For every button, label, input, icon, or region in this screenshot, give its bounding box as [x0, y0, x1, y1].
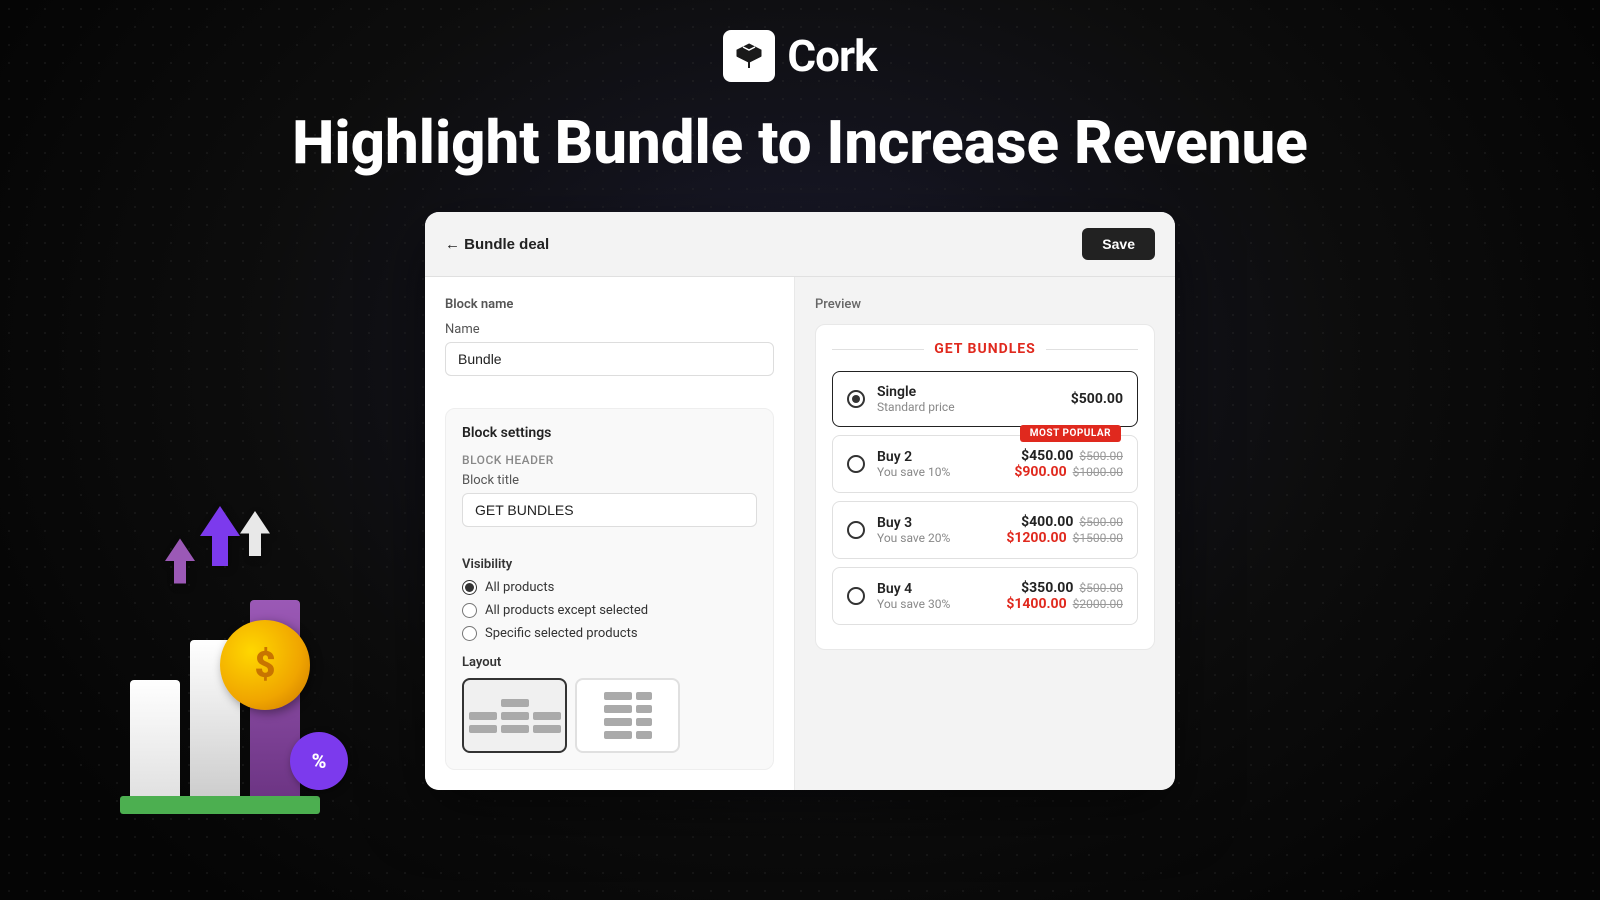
radio-buy3: [847, 521, 865, 539]
bundle-info-buy2: Buy 2 You save 10%: [877, 449, 1002, 479]
radio-specific-label: Specific selected products: [485, 626, 638, 641]
bundle-prices-buy4: $350.00 $500.00 $1400.00 $2000.00: [1006, 580, 1123, 612]
bundles-title: GET BUNDLES: [934, 341, 1036, 357]
card-body: Block name Name Block settings Block hea…: [425, 277, 1175, 790]
price-buy2-total: $900.00: [1014, 464, 1066, 480]
header-line-left: [832, 349, 924, 350]
block-settings-label: Block settings: [462, 425, 757, 441]
price-buy3-new: $400.00: [1021, 514, 1073, 530]
bundle-sub-single: Standard price: [877, 400, 1059, 414]
visibility-label: Visibility: [462, 557, 757, 572]
save-button[interactable]: Save: [1082, 228, 1155, 260]
visibility-radio-group: All products All products except selecte…: [462, 580, 757, 641]
header-line-right: [1046, 349, 1138, 350]
block-settings: Block settings Block header Block title …: [445, 408, 774, 770]
bundle-item-buy4[interactable]: Buy 4 You save 30% $350.00 $500.00 $1400…: [832, 567, 1138, 625]
bundle-sub-buy3: You save 20%: [877, 531, 994, 545]
radio-except-input[interactable]: [462, 603, 477, 618]
logo-text: Cork: [787, 30, 876, 82]
radio-except-label: All products except selected: [485, 603, 648, 618]
name-input[interactable]: [445, 342, 774, 376]
block-header-label: Block header: [462, 453, 757, 467]
bundle-name-buy3: Buy 3: [877, 515, 994, 531]
price-buy4-new: $350.00: [1021, 580, 1073, 596]
bundle-prices-buy2: $450.00 $500.00 $900.00 $1000.00: [1014, 448, 1123, 480]
price-row-buy3-1: $400.00 $500.00: [1006, 514, 1123, 530]
bundle-item-single[interactable]: Single Standard price $500.00: [832, 371, 1138, 427]
preview-label: Preview: [815, 297, 1155, 312]
price-single: $500.00: [1071, 391, 1123, 407]
radio-buy2: [847, 455, 865, 473]
main-card: ← Bundle deal Save Block name Name Block…: [425, 212, 1175, 790]
price-buy2-total-old: $1000.00: [1073, 465, 1123, 479]
radio-all-input[interactable]: [462, 580, 477, 595]
page-content: Cork Highlight Bundle to Increase Revenu…: [0, 0, 1600, 790]
bundle-prices-single: $500.00: [1071, 391, 1123, 407]
radio-single: [847, 390, 865, 408]
block-title-input[interactable]: [462, 493, 757, 527]
most-popular-badge: MOST POPULAR: [1020, 425, 1121, 442]
bundle-info-single: Single Standard price: [877, 384, 1059, 414]
price-buy4-total-old: $2000.00: [1073, 597, 1123, 611]
preview-box: GET BUNDLES Single Standard price $500.0…: [815, 324, 1155, 650]
price-buy3-total: $1200.00: [1006, 530, 1066, 546]
left-panel: Block name Name Block settings Block hea…: [425, 277, 795, 790]
layout-option-1[interactable]: [462, 678, 567, 753]
block-name-label: Block name: [445, 297, 774, 312]
bundle-sub-buy2: You save 10%: [877, 465, 1002, 479]
hero-title: Highlight Bundle to Increase Revenue: [292, 110, 1308, 176]
price-row-buy3-2: $1200.00 $1500.00: [1006, 530, 1123, 546]
bundle-name-buy2: Buy 2: [877, 449, 1002, 465]
logo-bar: Cork: [723, 30, 876, 82]
price-row-buy4-1: $350.00 $500.00: [1006, 580, 1123, 596]
layout-options: [462, 678, 757, 753]
bundle-item-buy2[interactable]: MOST POPULAR Buy 2 You save 10% $450.00 …: [832, 435, 1138, 493]
decorative-base: [120, 796, 320, 814]
bundle-item-buy3[interactable]: Buy 3 You save 20% $400.00 $500.00 $1200…: [832, 501, 1138, 559]
bundle-name-single: Single: [877, 384, 1059, 400]
radio-buy4: [847, 587, 865, 605]
price-row-buy4-2: $1400.00 $2000.00: [1006, 596, 1123, 612]
block-title-label: Block title: [462, 473, 757, 488]
price-row-buy2-1: $450.00 $500.00: [1014, 448, 1123, 464]
radio-specific[interactable]: Specific selected products: [462, 626, 757, 641]
bundle-sub-buy4: You save 30%: [877, 597, 994, 611]
bundles-header: GET BUNDLES: [832, 341, 1138, 357]
layout-label: Layout: [462, 655, 757, 670]
radio-all-products[interactable]: All products: [462, 580, 757, 595]
price-buy2-old: $500.00: [1079, 449, 1123, 463]
price-buy3-total-old: $1500.00: [1073, 531, 1123, 545]
price-row-buy2-2: $900.00 $1000.00: [1014, 464, 1123, 480]
back-button[interactable]: ← Bundle deal: [445, 236, 549, 253]
logo-icon: [723, 30, 775, 82]
price-buy4-old: $500.00: [1079, 581, 1123, 595]
price-buy4-total: $1400.00: [1006, 596, 1066, 612]
radio-specific-input[interactable]: [462, 626, 477, 641]
bundle-name-buy4: Buy 4: [877, 581, 994, 597]
right-panel: Preview GET BUNDLES Single Standard pric…: [795, 277, 1175, 790]
price-buy2-new: $450.00: [1021, 448, 1073, 464]
bundle-info-buy3: Buy 3 You save 20%: [877, 515, 994, 545]
layout-option-2[interactable]: [575, 678, 680, 753]
radio-except[interactable]: All products except selected: [462, 603, 757, 618]
radio-all-label: All products: [485, 580, 554, 595]
card-header: ← Bundle deal Save: [425, 212, 1175, 277]
bundle-info-buy4: Buy 4 You save 30%: [877, 581, 994, 611]
bundle-prices-buy3: $400.00 $500.00 $1200.00 $1500.00: [1006, 514, 1123, 546]
price-buy3-old: $500.00: [1079, 515, 1123, 529]
name-label: Name: [445, 322, 774, 337]
